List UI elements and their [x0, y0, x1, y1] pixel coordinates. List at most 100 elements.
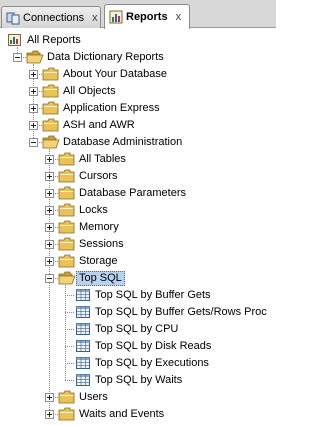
expand-icon[interactable] — [45, 172, 54, 181]
folder-icon — [58, 254, 76, 268]
tab-reports[interactable]: Reports x — [104, 4, 190, 29]
tree-connector — [65, 329, 74, 330]
folder-icon — [58, 390, 76, 404]
tree-item-label: All Tables — [79, 153, 126, 165]
tree-row[interactable]: Top SQL by Disk Reads — [0, 338, 276, 355]
folder-icon — [42, 118, 60, 132]
expand-icon[interactable] — [29, 70, 38, 79]
folder-open-icon — [58, 271, 76, 285]
tree-row[interactable]: Data Dictionary Reports — [0, 49, 276, 66]
tab-connections[interactable]: Connections x — [1, 6, 101, 28]
collapse-icon[interactable] — [13, 53, 22, 62]
tree-item-label: Database Parameters — [79, 187, 186, 199]
tab-label: Reports — [126, 11, 168, 23]
reports-icon — [109, 10, 123, 24]
tree-row[interactable]: Top SQL — [0, 270, 276, 287]
tree-item-label: ASH and AWR — [63, 119, 135, 131]
folder-icon — [58, 237, 76, 251]
folder-icon — [58, 203, 76, 217]
report-grid-icon — [74, 322, 92, 336]
report-grid-icon — [74, 339, 92, 353]
tab-strip: Connections x Reports x — [0, 0, 276, 29]
tree-item-label: All Objects — [63, 85, 116, 97]
reports-tree: All Reports Data Dictionary Reports About … — [0, 30, 276, 426]
tree-row[interactable]: Cursors — [0, 168, 276, 185]
tree-item-label: Locks — [79, 204, 108, 216]
tree-row[interactable]: Application Express — [0, 100, 276, 117]
close-icon[interactable]: x — [92, 12, 98, 24]
expand-icon[interactable] — [45, 393, 54, 402]
tree-item-label: Top SQL by Waits — [95, 374, 183, 386]
collapse-icon[interactable] — [29, 138, 38, 147]
tree-item-label: Memory — [79, 221, 119, 233]
tree-row[interactable]: Users — [0, 389, 276, 406]
tree-item-label: Database Administration — [63, 136, 183, 148]
report-grid-icon — [74, 305, 92, 319]
tree-row[interactable]: Sessions — [0, 236, 276, 253]
report-grid-icon — [74, 373, 92, 387]
tab-label: Connections — [23, 11, 85, 24]
tree-row[interactable]: All Tables — [0, 151, 276, 168]
tree-row[interactable]: All Objects — [0, 83, 276, 100]
tree-row[interactable]: Top SQL by CPU — [0, 321, 276, 338]
close-icon[interactable]: x — [176, 11, 182, 23]
tree-row[interactable]: Database Administration — [0, 134, 276, 151]
tree-item-label: Top SQL by Disk Reads — [95, 340, 212, 352]
tree-item-label: Sessions — [79, 238, 124, 250]
tree-row[interactable]: Database Parameters — [0, 185, 276, 202]
tree-row[interactable]: Waits and Events — [0, 406, 276, 423]
expand-icon[interactable] — [29, 121, 38, 130]
expand-icon[interactable] — [45, 223, 54, 232]
tree-item-label: Storage — [79, 255, 118, 267]
tree-row[interactable]: ASH and AWR — [0, 117, 276, 134]
folder-icon — [58, 169, 76, 183]
expand-icon[interactable] — [29, 87, 38, 96]
tree-item-label: Top SQL by CPU — [95, 323, 179, 335]
folder-open-icon — [26, 50, 44, 64]
folder-icon — [58, 186, 76, 200]
expand-icon[interactable] — [29, 104, 38, 113]
tree-row[interactable]: All Reports — [0, 32, 276, 49]
tree-item-label: All Reports — [27, 34, 81, 46]
tree-row[interactable]: Locks — [0, 202, 276, 219]
connections-icon — [6, 11, 20, 25]
tree-row[interactable]: Memory — [0, 219, 276, 236]
folder-icon — [58, 220, 76, 234]
folder-open-icon — [42, 135, 60, 149]
tree-row[interactable]: Top SQL by Buffer Gets/Rows Proc — [0, 304, 276, 321]
expand-icon[interactable] — [45, 410, 54, 419]
tree-connector — [65, 380, 74, 381]
tree-item-label: About Your Database — [63, 68, 167, 80]
tree-item-label: Top SQL by Buffer Gets/Rows Proc — [95, 306, 267, 318]
folder-icon — [42, 84, 60, 98]
tree-connector — [65, 363, 74, 364]
folder-icon — [42, 101, 60, 115]
tree-connector — [65, 295, 74, 296]
tree-row[interactable]: About Your Database — [0, 66, 276, 83]
tree-row[interactable]: Storage — [0, 253, 276, 270]
expand-icon[interactable] — [45, 206, 54, 215]
reports-root-icon — [6, 33, 24, 47]
expand-icon[interactable] — [45, 240, 54, 249]
expand-icon[interactable] — [45, 257, 54, 266]
tree-item-label: Data Dictionary Reports — [47, 51, 164, 63]
tree-item-label: Top SQL by Executions — [95, 357, 209, 369]
tree-row[interactable]: Top SQL by Executions — [0, 355, 276, 372]
collapse-icon[interactable] — [45, 274, 54, 283]
tree-item-label: Users — [79, 391, 108, 403]
expand-icon[interactable] — [45, 189, 54, 198]
tree-row[interactable]: Top SQL by Waits — [0, 372, 276, 389]
tree-row[interactable]: Top SQL by Buffer Gets — [0, 287, 276, 304]
folder-icon — [58, 407, 76, 421]
tree-connector — [65, 346, 74, 347]
report-grid-icon — [74, 288, 92, 302]
folder-icon — [42, 67, 60, 81]
tree-item-label: Waits and Events — [79, 408, 165, 420]
expand-icon[interactable] — [45, 155, 54, 164]
tree-item-label: Cursors — [79, 170, 118, 182]
tree-item-label: Application Express — [63, 102, 160, 114]
tree-item-label: Top SQL by Buffer Gets — [95, 289, 211, 301]
folder-icon — [58, 152, 76, 166]
tree-connector — [65, 312, 74, 313]
report-grid-icon — [74, 356, 92, 370]
